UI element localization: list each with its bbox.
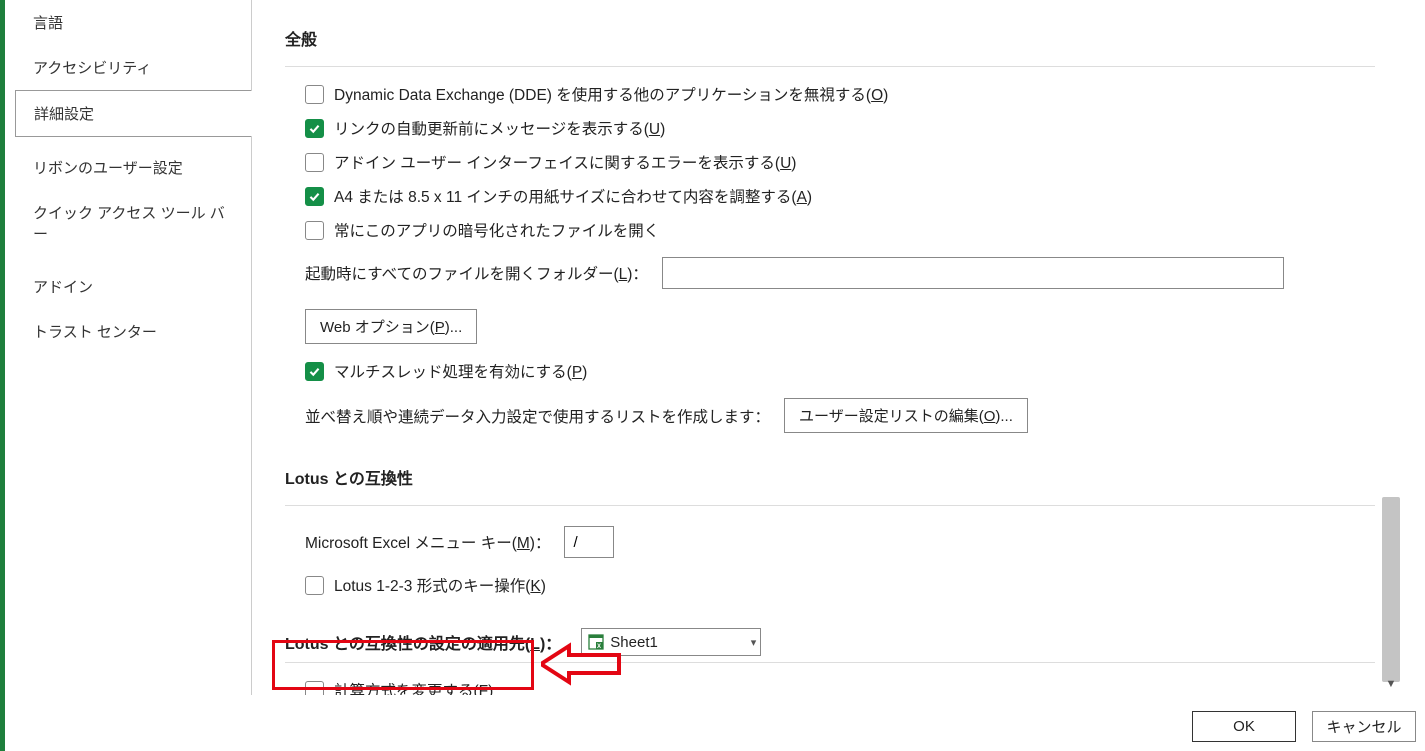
sidebar-item-advanced[interactable]: 詳細設定 bbox=[15, 90, 252, 137]
label-multithread: マルチスレッド処理を有効にする(P) bbox=[334, 360, 587, 382]
combo-lotus-apply-sheet[interactable]: X Sheet1 ▾ bbox=[581, 628, 761, 656]
label-a4-scale: A4 または 8.5 x 11 インチの用紙サイズに合わせて内容を調整する(A) bbox=[334, 185, 812, 207]
checkbox-addin-error[interactable] bbox=[305, 153, 324, 172]
label-change-calc: 計算方式を変更する(F) bbox=[334, 679, 493, 695]
checkbox-change-calc[interactable] bbox=[305, 681, 324, 696]
options-dialog: 言語 アクセシビリティ 詳細設定 リボンのユーザー設定 クイック アクセス ツー… bbox=[0, 0, 1425, 751]
ok-button[interactable]: OK bbox=[1192, 711, 1296, 742]
sidebar-item-accessibility[interactable]: アクセシビリティ bbox=[15, 45, 251, 90]
cancel-button[interactable]: キャンセル bbox=[1312, 711, 1416, 742]
label-lotus123-keys: Lotus 1-2-3 形式のキー操作(K) bbox=[334, 574, 546, 596]
checkbox-lotus123-keys[interactable] bbox=[305, 576, 324, 595]
label-addin-error: アドイン ユーザー インターフェイスに関するエラーを表示する(U) bbox=[334, 151, 796, 173]
svg-text:X: X bbox=[597, 644, 601, 650]
label-custom-lists: 並べ替え順や連続データ入力設定で使用するリストを作成します： bbox=[305, 405, 770, 427]
checkbox-a4-scale[interactable] bbox=[305, 187, 324, 206]
section-title-lotus-apply: Lotus との互換性の設定の適用先(L)： bbox=[285, 630, 561, 654]
label-encrypted-open: 常にこのアプリの暗号化されたファイルを開く bbox=[334, 219, 659, 241]
checkbox-link-update[interactable] bbox=[305, 119, 324, 138]
dialog-footer: OK キャンセル bbox=[5, 701, 1425, 751]
sidebar-item-ribbon[interactable]: リボンのユーザー設定 bbox=[15, 145, 251, 190]
advanced-settings-panel: 全般 Dynamic Data Exchange (DDE) を使用する他のアプ… bbox=[265, 0, 1405, 695]
label-menu-key: Microsoft Excel メニュー キー(M)： bbox=[305, 531, 550, 553]
button-edit-custom-lists[interactable]: ユーザー設定リストの編集(O)... bbox=[784, 398, 1028, 433]
section-divider bbox=[285, 505, 1375, 506]
label-link-update: リンクの自動更新前にメッセージを表示する(U) bbox=[334, 117, 665, 139]
checkbox-dde[interactable] bbox=[305, 85, 324, 104]
sidebar-item-addins[interactable]: アドイン bbox=[15, 264, 251, 309]
checkbox-multithread[interactable] bbox=[305, 362, 324, 381]
section-title-lotus: Lotus との互換性 bbox=[285, 465, 1389, 489]
section-divider bbox=[285, 66, 1375, 67]
section-divider bbox=[285, 662, 1375, 663]
worksheet-icon: X bbox=[588, 634, 604, 650]
scrollbar-down-arrow[interactable]: ▼ bbox=[1382, 676, 1400, 692]
input-startup-folder[interactable] bbox=[662, 257, 1284, 289]
scrollbar-thumb[interactable] bbox=[1382, 497, 1400, 682]
input-menu-key[interactable] bbox=[564, 526, 614, 558]
button-web-options[interactable]: Web オプション(P)... bbox=[305, 309, 477, 344]
chevron-down-icon: ▾ bbox=[751, 636, 757, 649]
combo-selected-sheet: Sheet1 bbox=[610, 634, 658, 651]
checkbox-encrypted-open[interactable] bbox=[305, 221, 324, 240]
sidebar-item-qat[interactable]: クイック アクセス ツール バー bbox=[15, 190, 251, 256]
sidebar-item-language[interactable]: 言語 bbox=[15, 0, 251, 45]
sidebar-item-trustcenter[interactable]: トラスト センター bbox=[15, 309, 251, 354]
options-sidebar: 言語 アクセシビリティ 詳細設定 リボンのユーザー設定 クイック アクセス ツー… bbox=[15, 0, 252, 695]
section-title-general: 全般 bbox=[285, 26, 1389, 50]
label-dde: Dynamic Data Exchange (DDE) を使用する他のアプリケー… bbox=[334, 83, 888, 105]
label-startup-folder: 起動時にすべてのファイルを開くフォルダー(L)： bbox=[305, 262, 648, 284]
